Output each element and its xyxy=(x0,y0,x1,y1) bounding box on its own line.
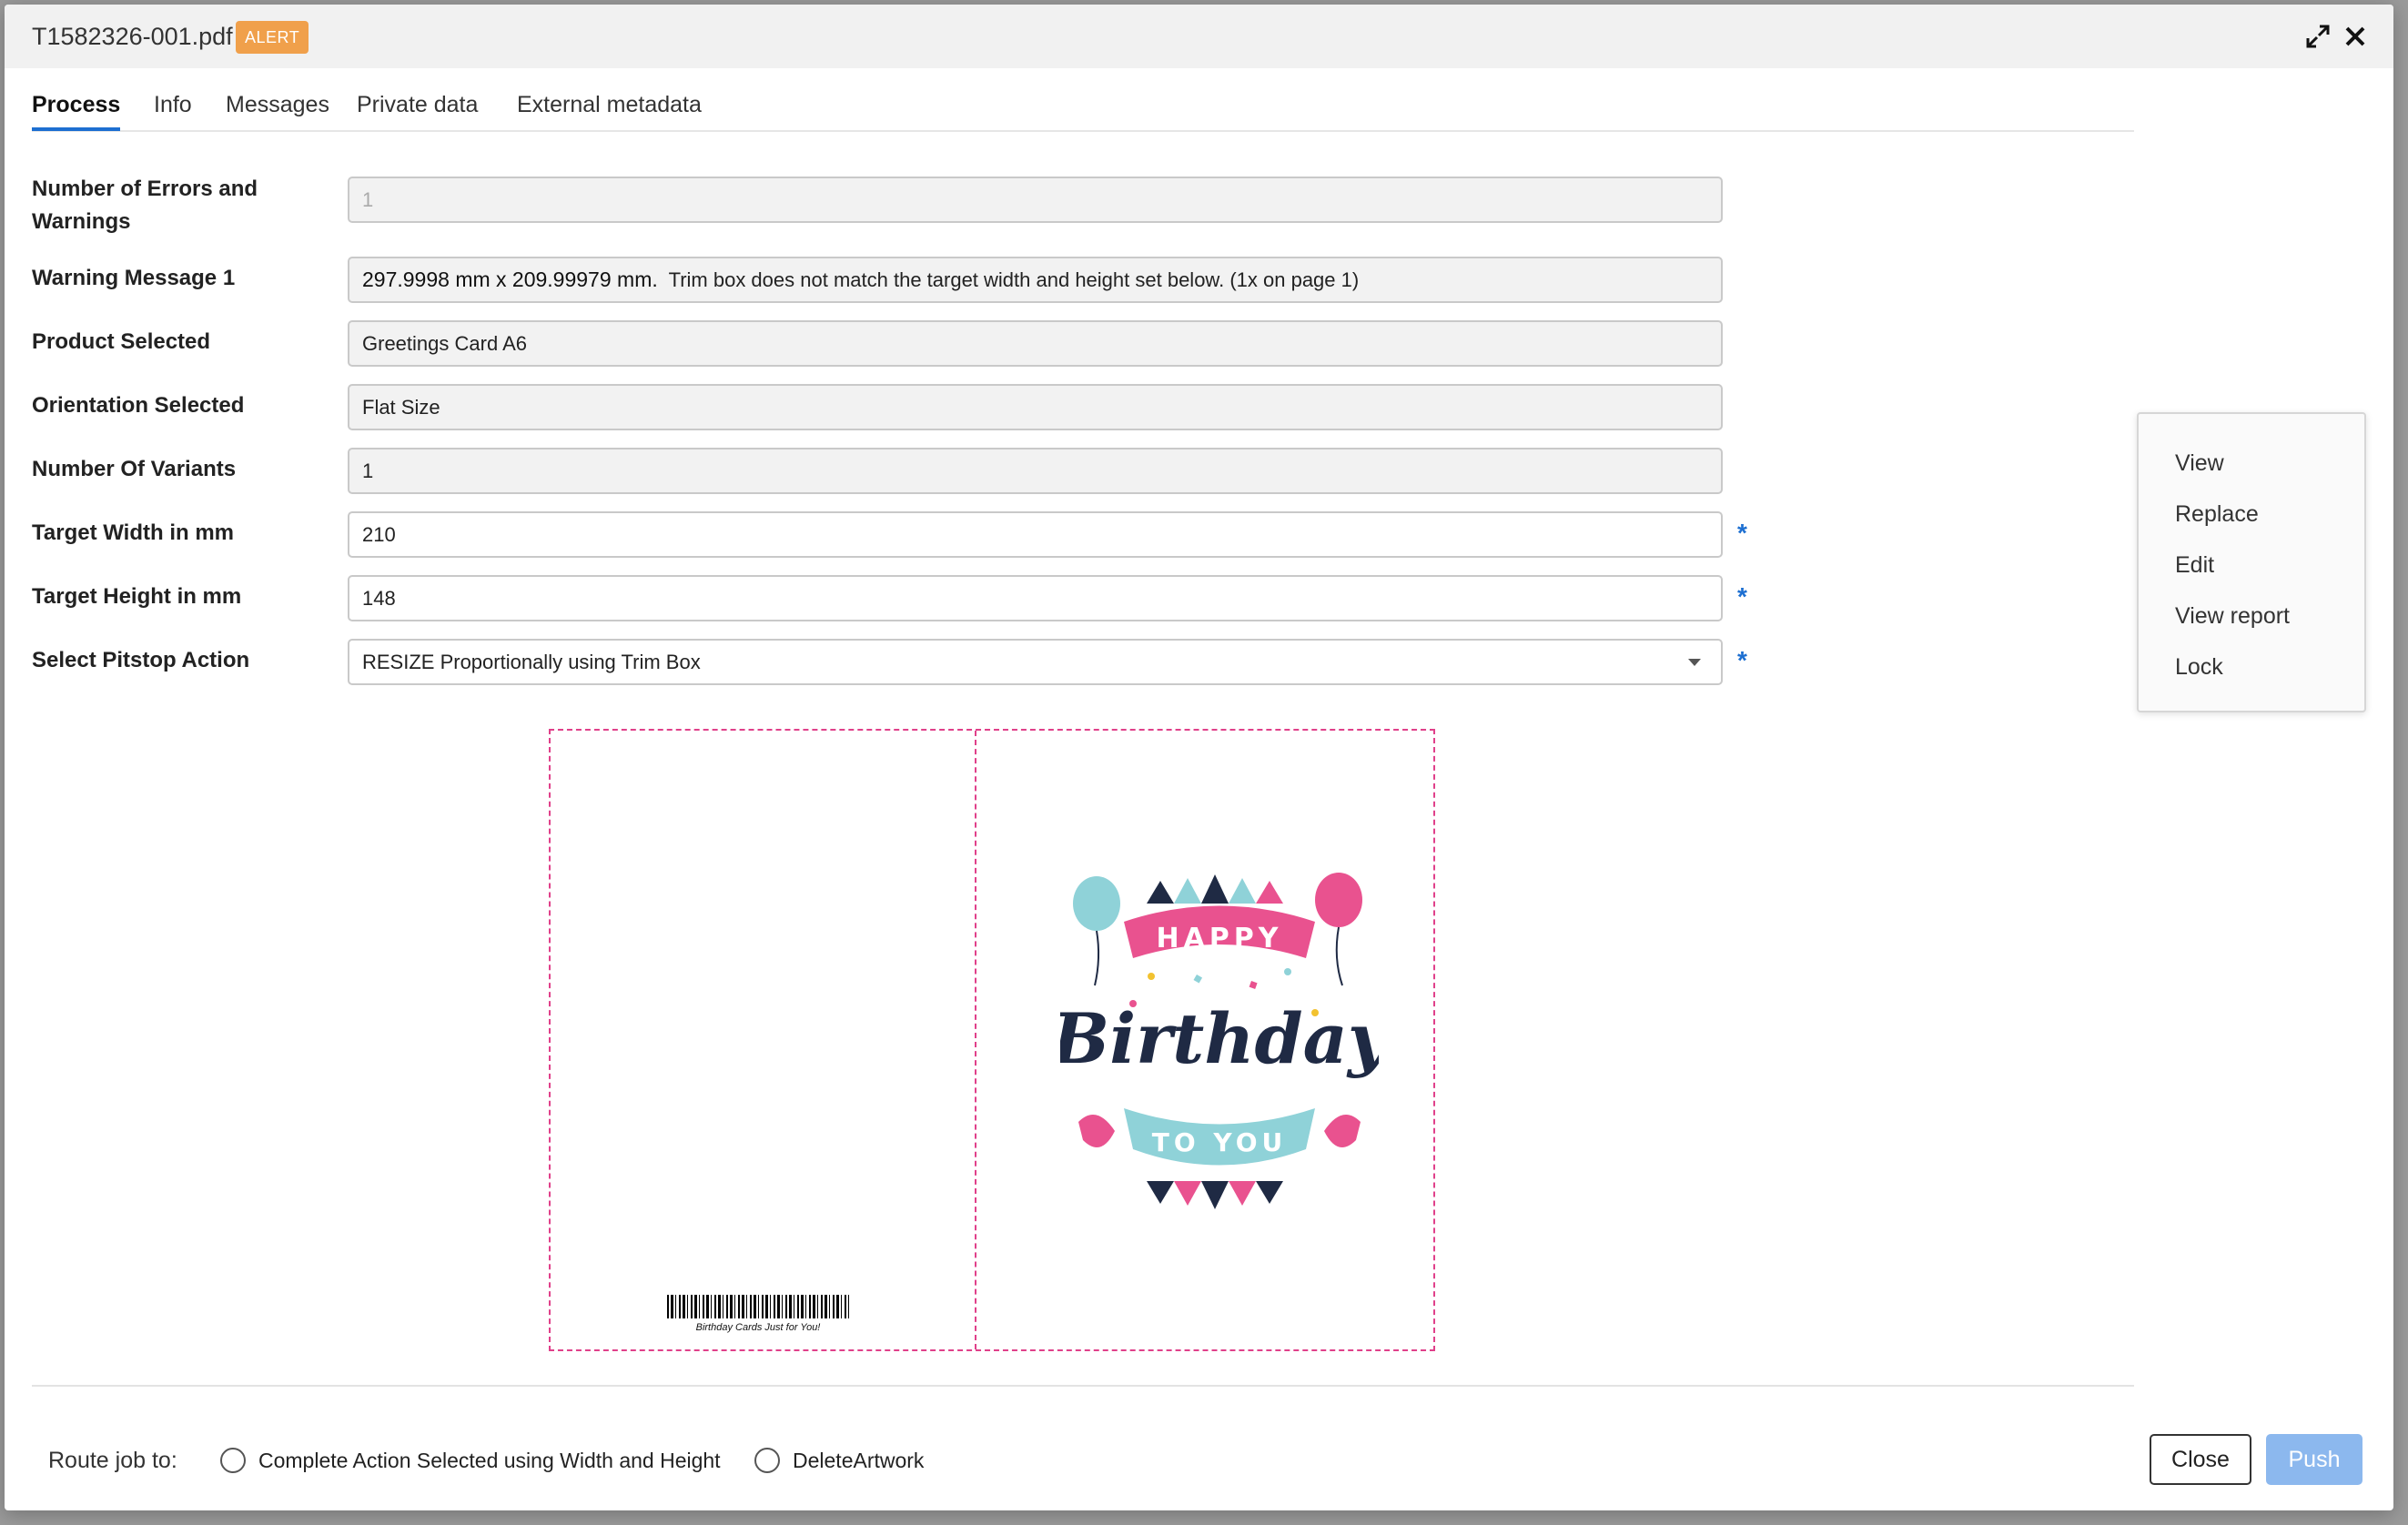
errors-count-field: 1 xyxy=(348,177,1723,223)
barcode-bars xyxy=(667,1295,849,1318)
route-label: Route job to: xyxy=(48,1448,177,1473)
tab-bar: Process Info Messages Private data Exter… xyxy=(32,92,2134,132)
orientation-field: Flat Size xyxy=(348,384,1723,430)
artwork-preview: Birthday Cards Just for You! HAPPY Birth… xyxy=(549,729,1435,1351)
target-height-label: Target Height in mm xyxy=(32,584,242,609)
route-option-delete-radio[interactable] xyxy=(754,1448,780,1473)
pitstop-required: * xyxy=(1737,646,1747,674)
close-icon[interactable] xyxy=(2340,23,2371,54)
close-glyph xyxy=(2345,26,2365,46)
menu-item-edit[interactable]: Edit xyxy=(2175,552,2214,579)
art-happy-text: HAPPY xyxy=(1156,923,1282,954)
menu-item-view-report[interactable]: View report xyxy=(2175,603,2290,630)
menu-item-lock[interactable]: Lock xyxy=(2175,654,2223,681)
tab-messages[interactable]: Messages xyxy=(226,92,329,127)
chevron-down-icon xyxy=(1688,659,1701,666)
file-title: T1582326-001.pdf xyxy=(32,23,233,50)
target-width-required: * xyxy=(1737,519,1747,547)
dialog-header: T1582326-001.pdf ALERT xyxy=(5,5,2393,68)
tab-external-metadata[interactable]: External metadata xyxy=(517,92,702,127)
errors-label: Number of Errors and Warnings xyxy=(32,173,305,238)
pitstop-action-select[interactable]: RESIZE Proportionally using Trim Box xyxy=(348,639,1723,685)
expand-glyph xyxy=(2306,25,2330,48)
route-option-delete-label[interactable]: DeleteArtwork xyxy=(793,1448,924,1473)
variants-field: 1 xyxy=(348,448,1723,494)
target-height-required: * xyxy=(1737,582,1747,611)
alert-badge: ALERT xyxy=(236,21,309,54)
warning-size-text: 297.9998 mm x 209.99979 mm. xyxy=(362,268,658,291)
birthday-artwork: HAPPY Birthday TO YOU xyxy=(1060,873,1379,1209)
errors-label-line1: Number of Errors and xyxy=(32,177,258,201)
warning-detail-text: Trim box does not match the target width… xyxy=(657,268,1360,291)
push-button[interactable]: Push xyxy=(2266,1434,2362,1485)
errors-label-line2: Warnings xyxy=(32,209,131,234)
target-height-input[interactable]: 148 xyxy=(348,575,1723,621)
route-option-complete-label[interactable]: Complete Action Selected using Width and… xyxy=(258,1448,721,1473)
art-birthday-text: Birthday xyxy=(1060,998,1379,1079)
barcode-caption: Birthday Cards Just for You! xyxy=(695,1322,821,1333)
orientation-label: Orientation Selected xyxy=(32,393,245,418)
product-label: Product Selected xyxy=(32,329,211,354)
footer-divider xyxy=(32,1385,2134,1387)
context-menu: View Replace Edit View report Lock xyxy=(2137,412,2366,712)
target-width-input[interactable]: 210 xyxy=(348,511,1723,558)
document-dialog: T1582326-001.pdf ALERT Process Info Mess… xyxy=(5,5,2393,1510)
tab-info[interactable]: Info xyxy=(154,92,192,127)
menu-item-replace[interactable]: Replace xyxy=(2175,501,2259,528)
art-to-you-text: TO YOU xyxy=(1152,1127,1287,1157)
pitstop-label: Select Pitstop Action xyxy=(32,648,250,672)
variants-label: Number Of Variants xyxy=(32,457,237,481)
product-field: Greetings Card A6 xyxy=(348,320,1723,367)
barcode: Birthday Cards Just for You! xyxy=(667,1295,849,1333)
warning-message-field: 297.9998 mm x 209.99979 mm. Trim box doe… xyxy=(348,257,1723,303)
expand-icon[interactable] xyxy=(2302,23,2333,54)
route-option-complete-radio[interactable] xyxy=(220,1448,246,1473)
fold-line xyxy=(975,731,976,1349)
warning-label: Warning Message 1 xyxy=(32,266,236,290)
close-button[interactable]: Close xyxy=(2150,1434,2251,1485)
tab-process[interactable]: Process xyxy=(32,92,121,131)
pitstop-selected-value: RESIZE Proportionally using Trim Box xyxy=(362,651,701,673)
menu-item-view[interactable]: View xyxy=(2175,450,2224,477)
tab-private-data[interactable]: Private data xyxy=(357,92,478,127)
target-width-label: Target Width in mm xyxy=(32,520,234,545)
